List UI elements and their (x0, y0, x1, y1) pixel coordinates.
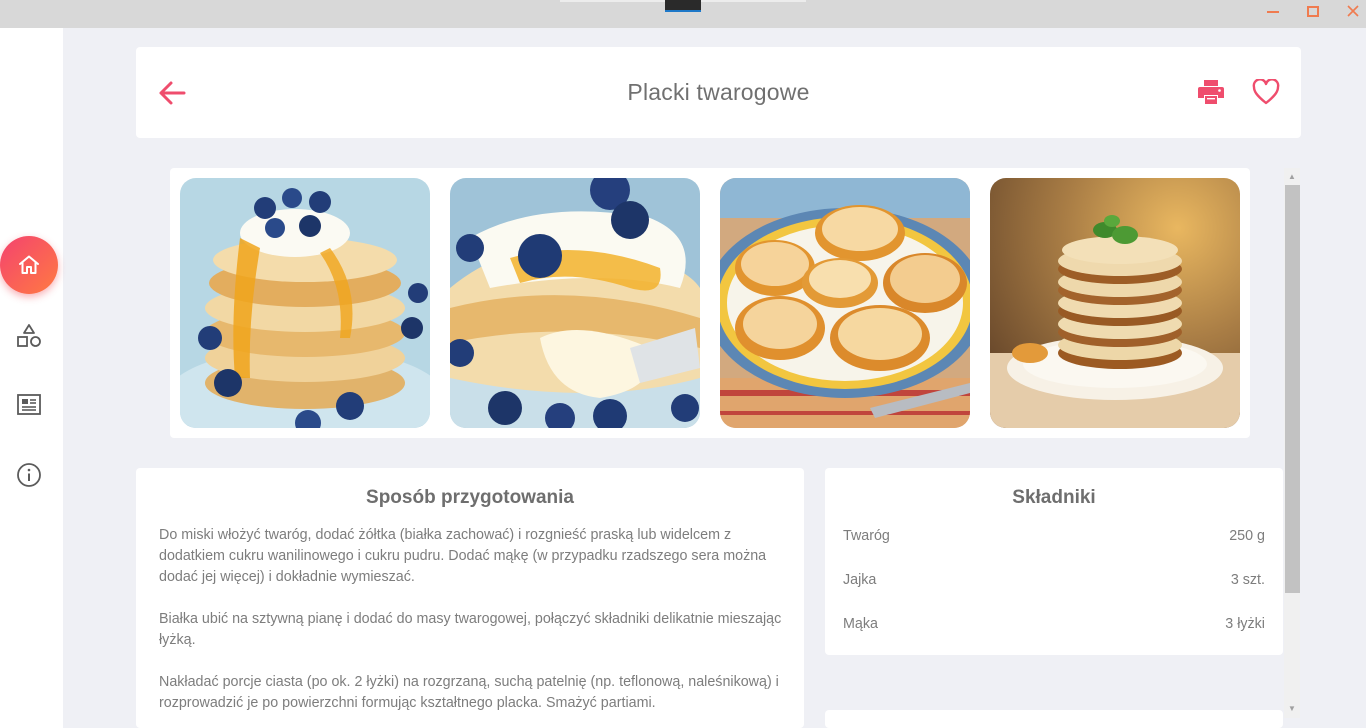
sidebar-item-articles[interactable] (0, 376, 58, 434)
preparation-text: Do miski włożyć twaróg, dodać żółtka (bi… (159, 525, 789, 728)
sidebar-item-info[interactable] (0, 446, 58, 504)
preparation-card: Sposób przygotowania Do miski włożyć twa… (136, 468, 804, 728)
maximize-icon (1307, 5, 1319, 17)
gallery-photo-4[interactable] (990, 178, 1240, 428)
printer-icon (1198, 80, 1224, 104)
gallery-photo-1[interactable] (180, 178, 430, 428)
triangle-up-icon: ▲ (1288, 171, 1296, 181)
info-icon (17, 463, 41, 487)
ingredient-amount: 250 g (1229, 528, 1265, 544)
ingredient-amount: 3 szt. (1230, 572, 1265, 588)
gallery-photo-3[interactable] (720, 178, 970, 428)
close-icon (1347, 5, 1359, 17)
ingredient-name: Mąka (843, 616, 878, 632)
next-section-card (825, 710, 1283, 728)
ingredients-card: Składniki Twaróg 250 g Jajka 3 szt. Mąka… (825, 468, 1283, 655)
ingredients-heading: Składniki (1012, 487, 1096, 508)
photo-gallery (170, 168, 1250, 438)
ingredient-name: Jajka (843, 572, 877, 588)
recipe-header: Placki twarogowe (136, 47, 1301, 138)
minimize-button[interactable] (1253, 0, 1293, 22)
page-title: Placki twarogowe (627, 79, 810, 105)
sidebar-item-categories[interactable] (0, 307, 58, 365)
gallery-photo-2[interactable] (450, 178, 700, 428)
window-title-bar (0, 0, 1366, 28)
ingredient-amount: 3 łyżki (1225, 616, 1265, 632)
vertical-scrollbar[interactable]: ▲ ▼ (1284, 168, 1300, 718)
preparation-heading: Sposób przygotowania (366, 487, 574, 508)
ingredient-name: Twaróg (843, 528, 890, 544)
heart-outline-icon (1252, 79, 1280, 105)
favorite-button[interactable] (1250, 77, 1282, 107)
minimize-icon (1267, 11, 1279, 13)
sidebar (0, 28, 63, 728)
scroll-down-button[interactable]: ▼ (1284, 700, 1300, 716)
ingredients-list: Twaróg 250 g Jajka 3 szt. Mąka 3 łyżki (843, 528, 1265, 660)
ingredient-row: Mąka 3 łyżki (843, 616, 1265, 660)
preparation-step-3: Nakładać porcje ciasta (po ok. 2 łyżki) … (159, 674, 779, 711)
preparation-step-2: Białka ubić na sztywną pianę i dodać do … (159, 611, 782, 648)
triangle-down-icon: ▼ (1288, 703, 1296, 713)
scroll-up-button[interactable]: ▲ (1284, 168, 1300, 184)
scroll-thumb[interactable] (1285, 185, 1300, 593)
preparation-step-1: Do miski włożyć twaróg, dodać żółtka (bi… (159, 527, 767, 585)
newspaper-icon (17, 394, 41, 415)
sidebar-item-home[interactable] (0, 236, 58, 294)
print-button[interactable] (1196, 77, 1226, 107)
maximize-button[interactable] (1293, 0, 1333, 22)
window-thumbnail (665, 0, 701, 12)
home-icon (19, 255, 39, 274)
ingredient-row: Jajka 3 szt. (843, 572, 1265, 616)
ingredient-row: Twaróg 250 g (843, 528, 1265, 572)
close-button[interactable] (1333, 0, 1366, 22)
shapes-icon (17, 324, 41, 347)
